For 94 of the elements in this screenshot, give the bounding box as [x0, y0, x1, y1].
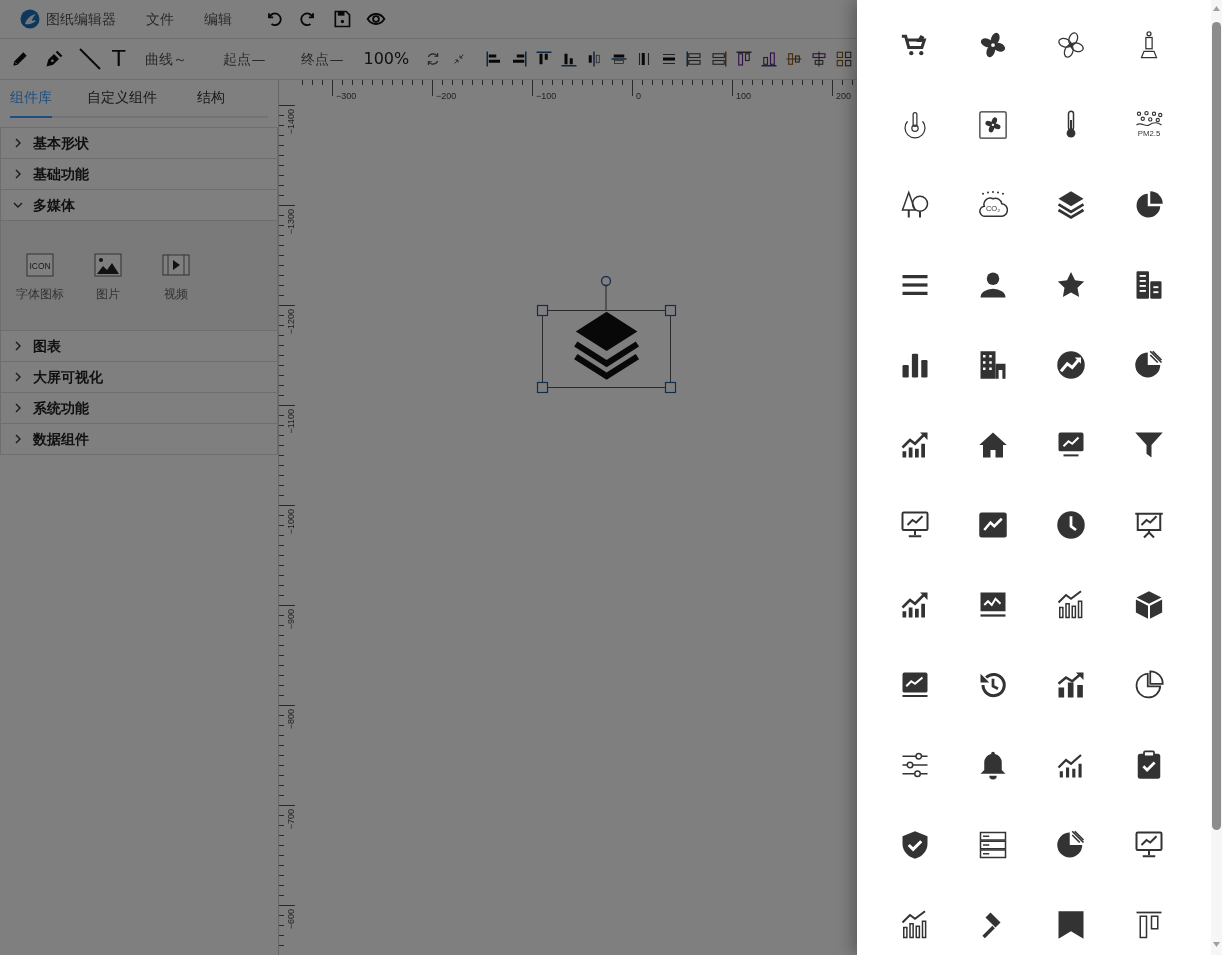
trend-icon[interactable]: [1056, 350, 1086, 380]
ruler-label: −1400: [286, 109, 296, 135]
video-icon: [162, 253, 190, 277]
pie-chart-icon[interactable]: [1134, 670, 1164, 700]
bookmark-icon[interactable]: [1056, 910, 1086, 940]
fan-icon[interactable]: [978, 110, 1008, 140]
layers-icon[interactable]: [1056, 190, 1086, 220]
align-top-icon[interactable]: [1134, 910, 1164, 940]
app-title: 图纸编辑器: [46, 9, 116, 29]
chevron-icon: [13, 403, 23, 413]
chevron-icon: [13, 341, 23, 351]
ruler-label: −1100: [286, 409, 296, 434]
rotation-handle[interactable]: [600, 275, 612, 287]
star-icon[interactable]: [1056, 270, 1086, 300]
chart-icon[interactable]: [978, 510, 1008, 540]
presentation-icon[interactable]: [1134, 510, 1164, 540]
chevron-icon: [13, 138, 23, 148]
chevron-icon: [13, 434, 23, 444]
ruler-label: −300: [336, 91, 357, 101]
align-bottom-icon[interactable]: [760, 50, 779, 68]
align-right-icon[interactable]: [710, 50, 729, 68]
resize-handle[interactable]: [664, 304, 677, 317]
user-icon[interactable]: [978, 270, 1008, 300]
line-icon[interactable]: [78, 47, 102, 71]
grid-icon[interactable]: [835, 50, 854, 68]
ruler-label: −1300: [286, 209, 296, 235]
panel-tab[interactable]: 结构: [197, 87, 225, 118]
resize-handle[interactable]: [536, 304, 549, 317]
growth-chart-icon[interactable]: [900, 430, 930, 460]
option-dropdown[interactable]: 曲线～: [145, 48, 188, 70]
save-icon[interactable]: [332, 9, 352, 29]
resize-handle[interactable]: [536, 381, 549, 394]
bell-icon[interactable]: [978, 750, 1008, 780]
filter-icon[interactable]: [1134, 430, 1164, 460]
pie-chart-icon[interactable]: [1134, 190, 1164, 220]
home-icon[interactable]: [978, 430, 1008, 460]
ruler-label: −1200: [286, 309, 296, 335]
cube-icon[interactable]: [1134, 590, 1164, 620]
server-icon[interactable]: [978, 830, 1008, 860]
ruler-label: −800: [286, 709, 296, 730]
monitor-icon[interactable]: [1134, 830, 1164, 860]
fan-icon[interactable]: [978, 30, 1008, 60]
image-icon: [94, 253, 122, 277]
chevron-icon: [13, 372, 23, 382]
ruler-label: −200: [436, 91, 457, 101]
monitor-icon[interactable]: [978, 590, 1008, 620]
option-dropdown[interactable]: 起点—: [223, 48, 266, 70]
menu-item[interactable]: 编辑: [204, 8, 232, 30]
rotation-stem: [605, 284, 607, 311]
ruler-label: −700: [286, 809, 296, 830]
sliders-icon[interactable]: [900, 750, 930, 780]
ruler-label: 100: [736, 91, 752, 101]
font-icon: ICON: [26, 253, 54, 277]
resize-handle[interactable]: [664, 381, 677, 394]
building-icon[interactable]: [978, 350, 1008, 380]
ruler-label: 0: [636, 91, 641, 101]
fan-icon[interactable]: [1056, 30, 1086, 60]
component-item[interactable]: 图片: [83, 253, 133, 330]
monitor-icon[interactable]: [900, 670, 930, 700]
collapse-icon[interactable]: [453, 53, 466, 65]
menu-item[interactable]: 文件: [146, 8, 174, 30]
ruler-label: −900: [286, 609, 296, 630]
ruler-label: −600: [286, 909, 296, 930]
scroll-thumb[interactable]: [1212, 22, 1221, 830]
ruler-label: 200: [836, 91, 852, 101]
align-center-icon[interactable]: [785, 50, 804, 68]
align-middle-icon[interactable]: [810, 50, 829, 68]
align-left-icon[interactable]: [685, 50, 704, 68]
logo-icon: [20, 9, 40, 29]
scrollbar[interactable]: [1211, 0, 1222, 955]
bar-chart-icon[interactable]: [1056, 670, 1086, 700]
pie-chart-icon[interactable]: [1056, 830, 1086, 860]
clock-icon[interactable]: [1056, 510, 1086, 540]
pencil-icon[interactable]: [10, 49, 30, 69]
pie-chart-icon[interactable]: [1134, 350, 1164, 380]
tree-icon[interactable]: [900, 190, 930, 220]
buildings-icon[interactable]: [1134, 270, 1164, 300]
monitor-icon[interactable]: [900, 510, 930, 540]
component-item[interactable]: 视频: [151, 253, 201, 330]
panel-tab[interactable]: 自定义组件: [87, 87, 157, 118]
chevron-icon: [13, 200, 23, 210]
shield-icon[interactable]: [900, 830, 930, 860]
growth-chart-icon[interactable]: [900, 590, 930, 620]
layers-shape[interactable]: [574, 311, 640, 380]
option-dropdown[interactable]: 终点—: [301, 48, 344, 70]
text-tool[interactable]: T: [112, 48, 126, 70]
chevron-icon: [13, 169, 23, 179]
pen-icon[interactable]: [44, 49, 64, 69]
zoom-level[interactable]: 100%: [363, 47, 410, 71]
component-item[interactable]: ICON 字体图标: [15, 253, 65, 330]
ruler-label: −1000: [286, 509, 296, 535]
align-right-icon[interactable]: [510, 50, 529, 68]
ruler-label: −100: [536, 91, 557, 101]
history-icon[interactable]: [978, 670, 1008, 700]
